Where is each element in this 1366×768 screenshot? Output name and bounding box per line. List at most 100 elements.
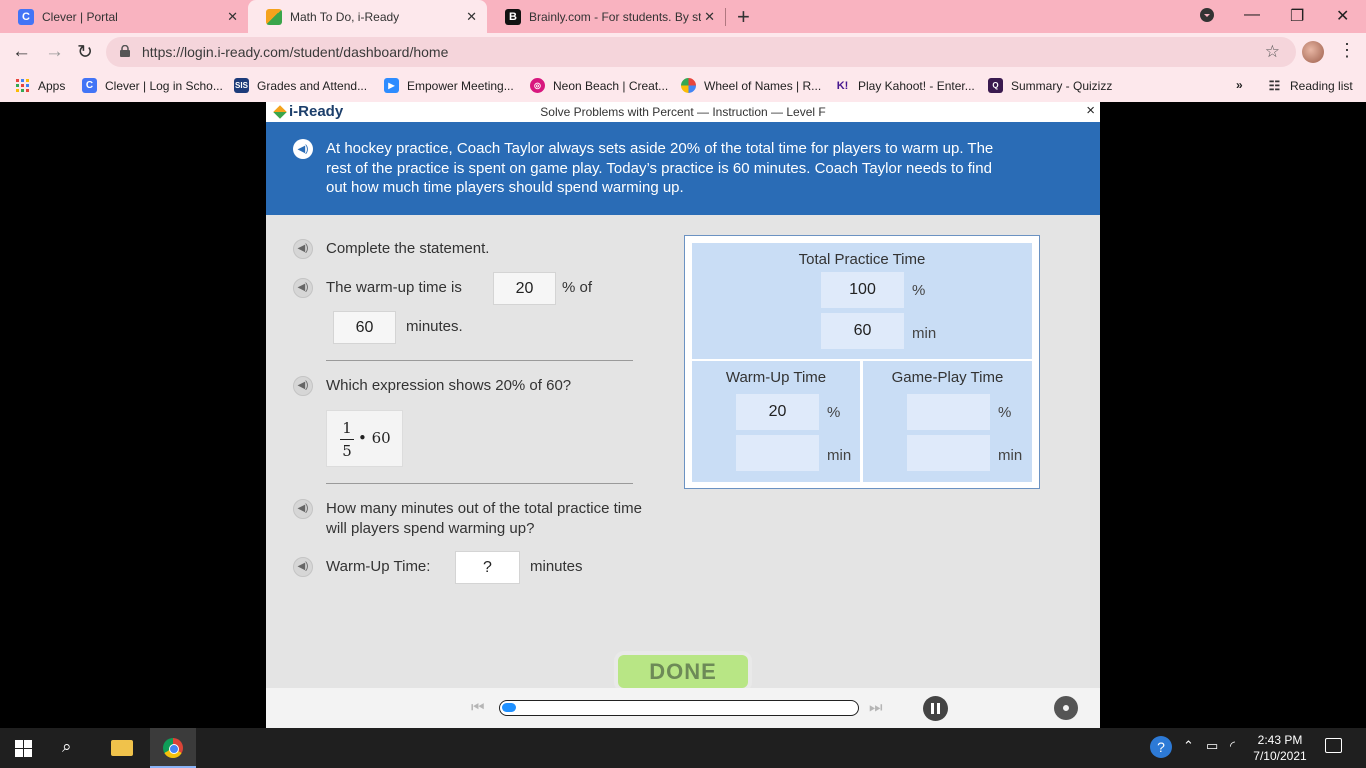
bookmark-wheel[interactable]: Wheel of Names | R... [681, 78, 821, 93]
tab-clever[interactable]: C Clever | Portal ✕ [0, 0, 248, 33]
windows-taskbar: ⌕ ? ⌃ ▭ ◜ 2:43 PM 7/10/2021 [0, 728, 1366, 768]
reading-list-label: Reading list [1290, 78, 1353, 93]
reload-icon[interactable]: ↻ [77, 41, 93, 64]
statement-text: The warm-up time is [326, 279, 462, 296]
wifi-icon[interactable]: ◜ [1230, 738, 1235, 754]
search-icon[interactable]: ⌕ [62, 737, 72, 757]
lesson-header: i-Ready Solve Problems with Percent — In… [266, 102, 1100, 122]
video-icon: ▶ [384, 78, 399, 93]
iready-icon [266, 8, 282, 25]
warmup-minutes-input[interactable]: ? [455, 551, 520, 584]
tab-search-icon[interactable] [1200, 8, 1214, 27]
chrome-taskbar-button[interactable] [150, 728, 196, 768]
gameplay-minutes-cell[interactable] [907, 435, 990, 471]
minutes-unit: min [827, 447, 852, 464]
statement-line: ◀) The warm-up time is [293, 278, 462, 298]
bookmark-kahoot[interactable]: K! Play Kahoot! - Enter... [835, 78, 975, 93]
clock-time: 2:43 PM [1257, 733, 1303, 747]
expression-multiplier: • 60 [358, 429, 391, 447]
browser-toolbar: ← → ↻ https://login.i-ready.com/student/… [0, 33, 1366, 71]
bookmark-label: Neon Beach | Creat... [553, 78, 669, 93]
progress-fill [502, 703, 516, 712]
brainly-icon: B [505, 8, 521, 25]
lesson-title: Solve Problems with Percent — Instructio… [540, 105, 826, 119]
tab-iready[interactable]: Math To Do, i-Ready ✕ [248, 0, 487, 33]
speaker-icon[interactable]: ◀) [293, 278, 313, 298]
total-answer-box[interactable]: 60 [333, 311, 396, 344]
close-icon[interactable]: ✕ [704, 9, 715, 25]
tab-separator [725, 8, 726, 26]
system-clock[interactable]: 2:43 PM 7/10/2021 [1250, 732, 1310, 764]
file-explorer-icon[interactable] [111, 740, 133, 756]
bookmark-grades[interactable]: SIS Grades and Attend... [234, 78, 367, 93]
fraction-bar [340, 439, 354, 440]
expression-question: ◀) Which expression shows 20% of 60? [293, 376, 572, 396]
warmup-title: Warm-Up Time [725, 369, 827, 386]
menu-icon[interactable]: ⋮ [1338, 40, 1356, 61]
chrome-icon [163, 738, 183, 758]
warmup-answer-line: ◀) Warm-Up Time: [293, 557, 430, 577]
minutes-question: ◀) How many minutes out of the total pra… [293, 499, 666, 538]
sis-icon: SIS [234, 78, 249, 93]
tab-brainly[interactable]: B Brainly.com - For students. By stu ✕ [487, 0, 725, 33]
skip-forward-icon[interactable]: ⏭ [869, 699, 883, 716]
pause-icon[interactable] [923, 696, 948, 721]
close-icon[interactable]: ✕ [227, 9, 238, 25]
warmup-minutes-cell[interactable] [736, 435, 819, 471]
bookmark-neon-beach[interactable]: ◎ Neon Beach | Creat... [530, 78, 668, 93]
battery-icon[interactable]: ▭ [1206, 738, 1218, 754]
bookmark-label: Clever | Log in Scho... [105, 78, 223, 93]
percent-unit: % [912, 282, 926, 299]
bookmark-quizizz[interactable]: Q Summary - Quizizz [988, 78, 1112, 93]
bookmark-label: Apps [38, 78, 66, 93]
bookmark-empower[interactable]: ▶ Empower Meeting... [384, 78, 514, 93]
address-bar[interactable]: https://login.i-ready.com/student/dashbo… [106, 37, 1296, 67]
skip-back-icon[interactable]: ⏮ [471, 699, 485, 716]
fraction: 1 5 [340, 419, 354, 460]
percent-answer-box[interactable]: 20 [493, 272, 556, 305]
profile-avatar[interactable] [1302, 41, 1324, 63]
speaker-icon[interactable]: ◀) [293, 557, 313, 577]
statement-text: minutes. [406, 318, 463, 335]
minutes-unit: min [998, 447, 1023, 464]
window-close-icon[interactable]: ✕ [1336, 6, 1349, 26]
speaker-icon[interactable]: ◀) [293, 376, 313, 396]
close-icon[interactable]: ✕ [466, 9, 477, 25]
bookmark-label: Empower Meeting... [407, 78, 514, 93]
speaker-icon[interactable]: ◀) [293, 239, 313, 259]
speaker-icon[interactable]: ◀) [293, 139, 313, 159]
total-percent-cell: 100 [821, 272, 904, 308]
restore-icon[interactable]: ❐ [1290, 6, 1304, 26]
prompt-text: Complete the statement. [326, 240, 490, 257]
question-text: Which expression shows 20% of 60? [326, 377, 572, 394]
lesson-progress-bar[interactable] [499, 700, 859, 716]
minimize-icon[interactable]: — [1244, 6, 1260, 24]
neon-beach-icon: ◎ [530, 78, 545, 93]
expression-answer[interactable]: 1 5 • 60 [326, 410, 403, 467]
done-button[interactable]: DONE [618, 655, 748, 688]
chevron-up-icon[interactable]: ⌃ [1183, 738, 1194, 754]
help-icon[interactable]: ? [1150, 736, 1172, 758]
bookmark-clever[interactable]: C Clever | Log in Scho... [82, 78, 223, 93]
settings-gear-icon[interactable] [1054, 696, 1078, 720]
bookmark-star-icon[interactable]: ☆ [1265, 42, 1280, 62]
windows-start-icon[interactable] [15, 740, 32, 757]
bookmark-label: Wheel of Names | R... [704, 78, 822, 93]
forward-icon[interactable]: → [45, 41, 64, 63]
bookmark-apps[interactable]: Apps [15, 78, 65, 93]
back-icon[interactable]: ← [12, 41, 31, 63]
reading-list-icon: ☷ [1268, 77, 1281, 93]
gameplay-percent-cell[interactable] [907, 394, 990, 430]
lesson-close-icon[interactable]: × [1086, 102, 1095, 119]
speaker-icon[interactable]: ◀) [293, 499, 313, 519]
new-tab-icon[interactable]: + [737, 4, 750, 30]
apps-grid-icon [15, 78, 30, 93]
more-bookmarks-icon[interactable]: » [1236, 78, 1243, 92]
clock-date: 7/10/2021 [1253, 749, 1307, 763]
quizizz-icon: Q [988, 78, 1003, 93]
tab-title: Clever | Portal [42, 9, 118, 24]
divider [326, 483, 633, 484]
minutes-unit: min [912, 325, 937, 342]
notifications-icon[interactable] [1325, 738, 1342, 753]
reading-list[interactable]: ☷ Reading list [1267, 78, 1353, 93]
